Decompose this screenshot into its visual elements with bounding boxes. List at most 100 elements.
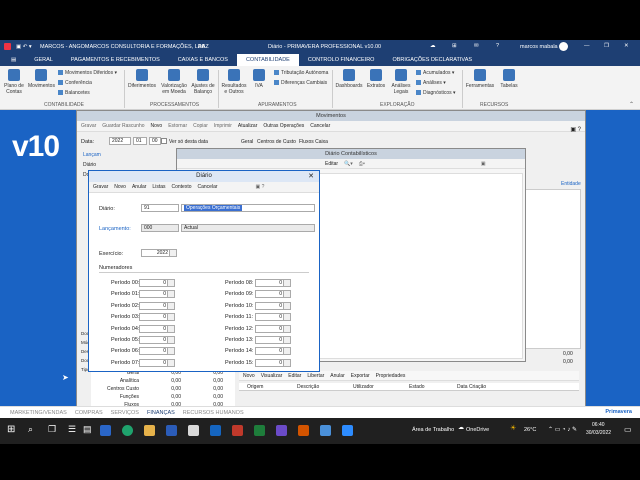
extratos-button[interactable]: Extratos — [364, 66, 388, 89]
close-icon[interactable]: ✕ — [308, 171, 314, 182]
primavera-app-icon[interactable] — [100, 425, 111, 436]
guardar-rascunho-button[interactable]: Guardar Rascunho — [102, 123, 144, 129]
avatar[interactable] — [559, 42, 568, 51]
day-field[interactable]: 00 — [149, 137, 161, 145]
diferencas-cambiais-button[interactable]: Diferenças Cambiais — [274, 80, 327, 86]
periodo-stepper[interactable]: 0 — [255, 313, 291, 322]
grid-header-entidade[interactable]: Entidade — [561, 181, 581, 187]
bottom-exportar-button[interactable]: Exportar — [351, 373, 370, 379]
diario-code-field[interactable]: 91 — [141, 204, 179, 212]
tab-centros-custo[interactable]: Centros de Custo — [257, 139, 296, 145]
gravar-button[interactable]: Gravar — [81, 123, 96, 129]
periodo-stepper[interactable]: 0 — [255, 358, 291, 367]
dashboards-button[interactable]: Dashboards — [334, 66, 364, 89]
bottom-novo-button[interactable]: Novo — [243, 373, 255, 379]
diario-desc-field[interactable]: Operações Orçamentais — [181, 204, 315, 212]
apps-icon[interactable]: ⊞ — [452, 43, 457, 49]
valorizacao-button[interactable]: Valorização em Moeda — [160, 66, 188, 95]
diario-novo-button[interactable]: Novo — [114, 184, 126, 190]
diario-listas-button[interactable]: Listas — [152, 184, 165, 190]
periodo-stepper[interactable]: 0 — [255, 336, 291, 344]
conferencia-button[interactable]: Conferência — [58, 80, 92, 86]
nav-financas[interactable]: FINANÇAS — [143, 410, 179, 416]
iva-button[interactable]: IVA — [248, 66, 270, 89]
zoom-icon[interactable] — [342, 425, 353, 436]
novo-button[interactable]: Novo — [151, 123, 163, 129]
widgets-icon[interactable]: ☰ — [68, 424, 76, 435]
analises-legais-button[interactable]: Análises Legais — [389, 66, 413, 95]
tributacao-button[interactable]: Tributação Autónoma — [274, 70, 328, 76]
bottom-libertar-button[interactable]: Libertar — [307, 373, 324, 379]
outras-operacoes-button[interactable]: Outras Operações — [263, 123, 304, 129]
nav-compras[interactable]: COMPRAS — [71, 410, 107, 416]
bottom-editar-button[interactable]: Editar — [288, 373, 301, 379]
bottom-anular-button[interactable]: Anular — [330, 373, 344, 379]
tab-obrigacoes[interactable]: OBRIGAÇÕES DECLARATIVAS — [383, 54, 481, 66]
file-explorer-icon[interactable]: ▤ — [83, 424, 92, 435]
close-icon[interactable]: ✕ — [624, 43, 629, 49]
imprimir-button[interactable]: Imprimir — [214, 123, 232, 129]
powerpoint-icon[interactable] — [298, 425, 309, 436]
estornar-button[interactable]: Estornar — [168, 123, 187, 129]
nav-marketing[interactable]: MARKETING/VENDAS — [6, 410, 71, 416]
teams-icon[interactable] — [276, 425, 287, 436]
folder-icon[interactable] — [144, 425, 155, 436]
year-selector[interactable]: ABZ — [198, 44, 209, 50]
periodo-stepper[interactable]: 0 — [139, 358, 175, 367]
help-icon[interactable]: ? — [496, 43, 499, 49]
clock-time[interactable]: 06:40 — [592, 422, 605, 428]
periodo-stepper[interactable]: 0 — [139, 336, 175, 344]
window-options-icon[interactable]: ▣ ? — [570, 126, 581, 133]
month-field[interactable]: 01 — [133, 137, 147, 145]
periodo-stepper[interactable]: 0 — [139, 290, 175, 299]
tab-pagamentos[interactable]: PAGAMENTOS E RECEBIMENTOS — [62, 54, 169, 66]
cancelar-button[interactable]: Cancelar — [310, 123, 330, 129]
movimentos-diferidos-button[interactable]: Movimentos Diferidos ▾ — [58, 70, 117, 76]
analises-button[interactable]: Análises ▾ — [416, 80, 446, 86]
maximize-icon[interactable]: ❐ — [604, 43, 609, 49]
diarios-options-icon[interactable]: ▣ — [481, 161, 486, 167]
acumulados-button[interactable]: Acumulados ▾ — [416, 70, 454, 76]
file-menu-icon[interactable]: ▤ — [2, 54, 25, 66]
desktop-label[interactable]: Área de Trabalho — [412, 427, 454, 433]
nav-recursos-humanos[interactable]: RECURSOS HUMANOS — [179, 410, 248, 416]
periodo-stepper[interactable]: 0 — [139, 313, 175, 322]
periodo-stepper[interactable]: 0 — [255, 324, 291, 333]
lancamento-code-field[interactable]: 000 — [141, 224, 179, 232]
ferramentas-button[interactable]: Ferramentas — [464, 66, 496, 89]
notifications-icon[interactable]: ✉ — [474, 43, 479, 49]
collapse-ribbon-icon[interactable]: ⌃ — [629, 101, 634, 108]
app-icon[interactable] — [232, 425, 243, 436]
tab-fluxos-caixa[interactable]: Fluxos Caixa — [299, 139, 328, 145]
outlook-icon[interactable] — [210, 425, 221, 436]
weather-icon[interactable]: ☀ — [510, 424, 516, 432]
periodo-stepper[interactable]: 0 — [255, 301, 291, 310]
periodo-stepper[interactable]: 0 — [255, 347, 291, 356]
cloud-icon[interactable]: ☁ — [430, 43, 436, 49]
resultados-button[interactable]: Resultados e Outros — [220, 66, 248, 95]
user-name[interactable]: marcos mabala — [520, 44, 558, 50]
tab-geral-mov[interactable]: Geral — [241, 139, 253, 145]
quick-access[interactable]: ▣ ↶ ▾ — [16, 44, 32, 50]
temperature[interactable]: 26°C — [524, 427, 536, 433]
tab-geral[interactable]: GERAL — [25, 54, 62, 66]
atualizar-button[interactable]: Atualizar — [238, 123, 257, 129]
tab-contabilidade[interactable]: CONTABILIDADE — [236, 54, 299, 66]
bottom-visualizar-button[interactable]: Visualizar — [261, 373, 283, 379]
diarios-print-icon[interactable]: ⎙▾ — [359, 161, 365, 167]
diario-gravar-button[interactable]: Gravar — [93, 184, 108, 190]
notification-icon[interactable]: ▭ — [624, 425, 632, 434]
diario-options-icon[interactable]: ▣ ? — [256, 184, 265, 190]
task-view-icon[interactable]: ❐ — [48, 424, 56, 435]
edge-icon[interactable] — [122, 425, 133, 436]
company-name[interactable]: MARCOS - ANGOMARCOS CONSULTORIA E FORMAÇ… — [40, 44, 207, 50]
periodo-stepper[interactable]: 0 — [139, 347, 175, 356]
diagnosticos-button[interactable]: Diagnósticos ▾ — [416, 90, 456, 96]
windows-start-icon[interactable]: ⊞ — [7, 424, 15, 435]
excel-icon[interactable] — [254, 425, 265, 436]
movimentos-button[interactable]: Movimentos — [28, 66, 55, 89]
search-icon[interactable]: ⌕ — [28, 424, 33, 435]
balancetes-button[interactable]: Balancetes — [58, 90, 90, 96]
notepad-icon[interactable] — [188, 425, 199, 436]
minimize-icon[interactable]: — — [584, 43, 590, 49]
